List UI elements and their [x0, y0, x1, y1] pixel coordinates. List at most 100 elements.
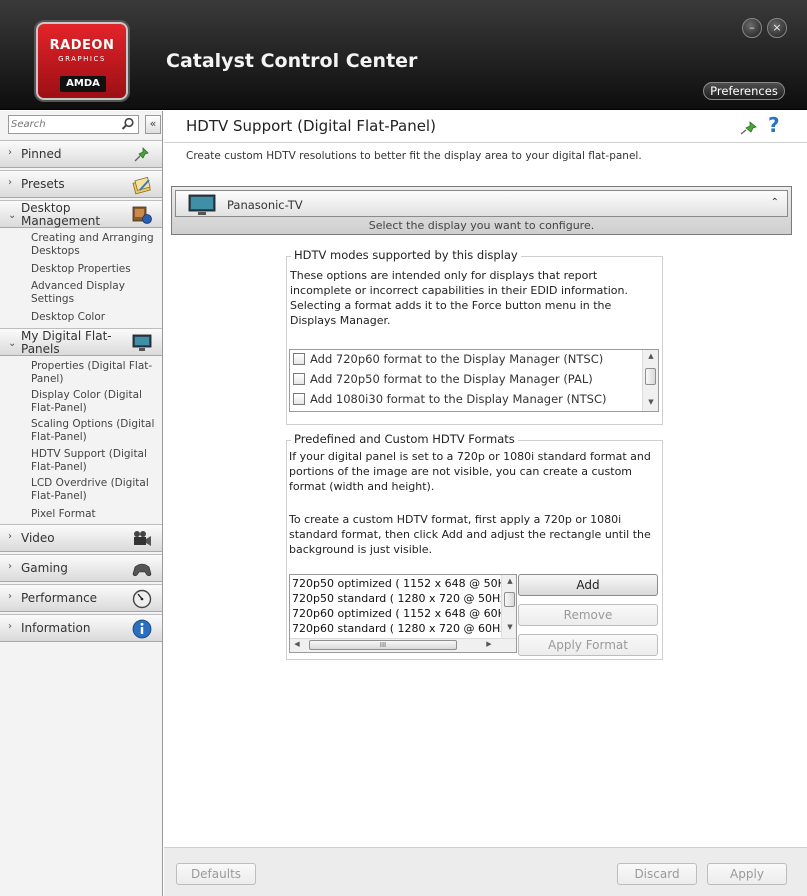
defaults-button[interactable]: Defaults [176, 863, 256, 885]
sidebar-item-performance[interactable]: › Performance [0, 584, 162, 612]
sidebar-subitem-advanced-display-settings[interactable]: Advanced Display Settings [31, 280, 157, 306]
display-selector-panel: Panasonic-TV ⌃ Select the display you wa… [171, 186, 792, 235]
format-item[interactable]: 720p50 standard ( 1280 x 720 @ 50Hz ) [292, 592, 514, 605]
apply-format-button[interactable]: Apply Format [518, 634, 658, 656]
page-title: HDTV Support (Digital Flat-Panel) [186, 117, 436, 135]
search-icon[interactable] [121, 117, 135, 131]
scroll-down-icon[interactable]: ▼ [502, 623, 516, 631]
custom-formats-text-1: If your digital panel is set to a 720p o… [289, 450, 651, 493]
sidebar-item-my-digital-flat-panels[interactable]: ⌄ My Digital Flat-Panels [0, 328, 162, 356]
formats-list: 720p50 optimized ( 1152 x 648 @ 50Hz ) 7… [289, 574, 517, 653]
horizontal-scrollbar[interactable]: ◀ III ▶ [290, 638, 516, 652]
sidebar-item-pinned[interactable]: › Pinned [0, 140, 162, 168]
horizontal-scroll-thumb[interactable]: III [309, 640, 457, 650]
sidebar-subitem-pixel-format[interactable]: Pixel Format [31, 508, 157, 521]
preferences-button[interactable]: Preferences [703, 82, 785, 100]
sidebar-subitem-desktop-properties[interactable]: Desktop Properties [31, 263, 157, 276]
search-input[interactable] [11, 117, 119, 132]
sidebar-item-gaming[interactable]: › Gaming [0, 554, 162, 582]
title-divider [164, 142, 807, 143]
radeon-logo: RADEON GRAPHICS AMDA [36, 22, 128, 100]
chevron-down-icon: ⌄ [8, 210, 17, 221]
sidebar-item-label: Gaming [21, 561, 68, 575]
app-title: Catalyst Control Center [166, 50, 418, 72]
scroll-thumb[interactable] [645, 368, 656, 385]
remove-format-button[interactable]: Remove [518, 604, 658, 626]
hdtv-modes-title: HDTV modes supported by this display [291, 248, 521, 262]
chevron-up-icon: ⌃ [770, 197, 779, 208]
sidebar-subitem-desktop-color[interactable]: Desktop Color [31, 311, 157, 324]
sidebar-item-label: Video [21, 531, 55, 545]
sidebar-subitem-lcd-overdrive-dfp[interactable]: LCD Overdrive (Digital Flat-Panel) [31, 477, 157, 503]
custom-formats-text-2: To create a custom HDTV format, first ap… [289, 513, 651, 556]
chevron-right-icon: › [8, 177, 12, 188]
format-item[interactable]: 720p60 standard ( 1280 x 720 @ 60Hz ) [292, 622, 514, 635]
hdtv-modes-group: HDTV modes supported by this display The… [286, 248, 663, 425]
collapse-sidebar-button[interactable]: « [145, 115, 161, 134]
sidebar-subitem-display-color-dfp[interactable]: Display Color (Digital Flat-Panel) [31, 389, 157, 415]
page-description: Create custom HDTV resolutions to better… [186, 150, 642, 162]
monitor-icon [188, 194, 216, 215]
gamepad-icon [132, 563, 152, 577]
scroll-left-icon[interactable]: ◀ [292, 640, 302, 648]
sidebar-subitem-scaling-options-dfp[interactable]: Scaling Options (Digital Flat-Panel) [31, 418, 157, 444]
presets-icon [132, 176, 151, 195]
sidebar-item-presets[interactable]: › Presets [0, 170, 162, 198]
scroll-down-icon[interactable]: ▼ [643, 398, 658, 406]
sidebar-item-label: My Digital Flat-Panels [21, 329, 112, 356]
scroll-right-icon[interactable]: ▶ [484, 640, 494, 648]
gauge-icon [132, 589, 152, 609]
sidebar-item-label: Pinned [21, 147, 62, 161]
option-label: Add 1080i30 format to the Display Manage… [310, 392, 607, 406]
help-icon[interactable]: ? [768, 113, 780, 137]
scroll-up-icon[interactable]: ▲ [502, 577, 516, 585]
discard-button[interactable]: Discard [617, 863, 697, 885]
add-format-button[interactable]: Add [518, 574, 658, 596]
sidebar-item-information[interactable]: › Information [0, 614, 162, 642]
scroll-thumb[interactable] [504, 592, 515, 607]
sidebar-item-desktop-management[interactable]: ⌄ Desktop Management [0, 200, 162, 228]
sidebar-item-label: Information [21, 621, 91, 635]
option-label: Add 720p50 format to the Display Manager… [310, 372, 593, 386]
display-selector-dropdown[interactable]: Panasonic-TV ⌃ [175, 190, 788, 217]
scroll-up-icon[interactable]: ▲ [643, 352, 658, 360]
logo-text-graphics: GRAPHICS [58, 55, 106, 63]
minimize-button[interactable]: – [742, 18, 762, 38]
pin-page-icon[interactable] [738, 119, 760, 137]
sidebar-subitem-hdtv-support-dfp[interactable]: HDTV Support (Digital Flat-Panel) [31, 448, 157, 474]
sidebar-item-label: Presets [21, 177, 65, 191]
desktop-management-icon [132, 206, 152, 224]
checkbox[interactable] [293, 353, 305, 365]
sidebar-item-label: Performance [21, 591, 98, 605]
video-camera-icon [134, 531, 151, 546]
chevron-right-icon: › [8, 621, 12, 632]
vertical-scrollbar[interactable]: ▲ ▼ [642, 350, 658, 411]
custom-formats-title: Predefined and Custom HDTV Formats [291, 432, 518, 446]
display-selector-hint: Select the display you want to configure… [368, 219, 595, 232]
format-item[interactable]: 720p60 optimized ( 1152 x 648 @ 60Hz ) [292, 607, 516, 620]
vertical-scrollbar[interactable]: ▲ ▼ [501, 575, 516, 638]
apply-button[interactable]: Apply [707, 863, 787, 885]
checkbox[interactable] [293, 393, 305, 405]
search-box [8, 115, 139, 134]
info-icon [132, 619, 152, 639]
format-item[interactable]: 720p50 optimized ( 1152 x 648 @ 50Hz ) [292, 577, 516, 590]
chevron-right-icon: › [8, 531, 12, 542]
selected-display-name: Panasonic-TV [227, 198, 303, 212]
option-label: Add 720p60 format to the Display Manager… [310, 352, 604, 366]
monitor-icon [132, 334, 152, 351]
logo-text-radeon: RADEON [49, 38, 115, 53]
close-button[interactable]: × [767, 18, 787, 38]
sidebar-item-label: Desktop Management [21, 201, 101, 228]
chevron-right-icon: › [8, 147, 12, 158]
hdtv-modes-text: These options are intended only for disp… [290, 269, 628, 327]
sidebar-subitem-properties-dfp[interactable]: Properties (Digital Flat-Panel) [31, 360, 157, 386]
chevron-right-icon: › [8, 561, 12, 572]
logo-text-amd: AMDA [60, 76, 106, 92]
title-bar: RADEON GRAPHICS AMDA Catalyst Control Ce… [0, 0, 807, 110]
custom-formats-group: Predefined and Custom HDTV Formats If yo… [286, 432, 663, 660]
checkbox[interactable] [293, 373, 305, 385]
sidebar-item-video[interactable]: › Video [0, 524, 162, 552]
footer-bar: Defaults Discard Apply [164, 847, 807, 896]
sidebar-subitem-creating-arranging-desktops[interactable]: Creating and Arranging Desktops [31, 232, 157, 258]
